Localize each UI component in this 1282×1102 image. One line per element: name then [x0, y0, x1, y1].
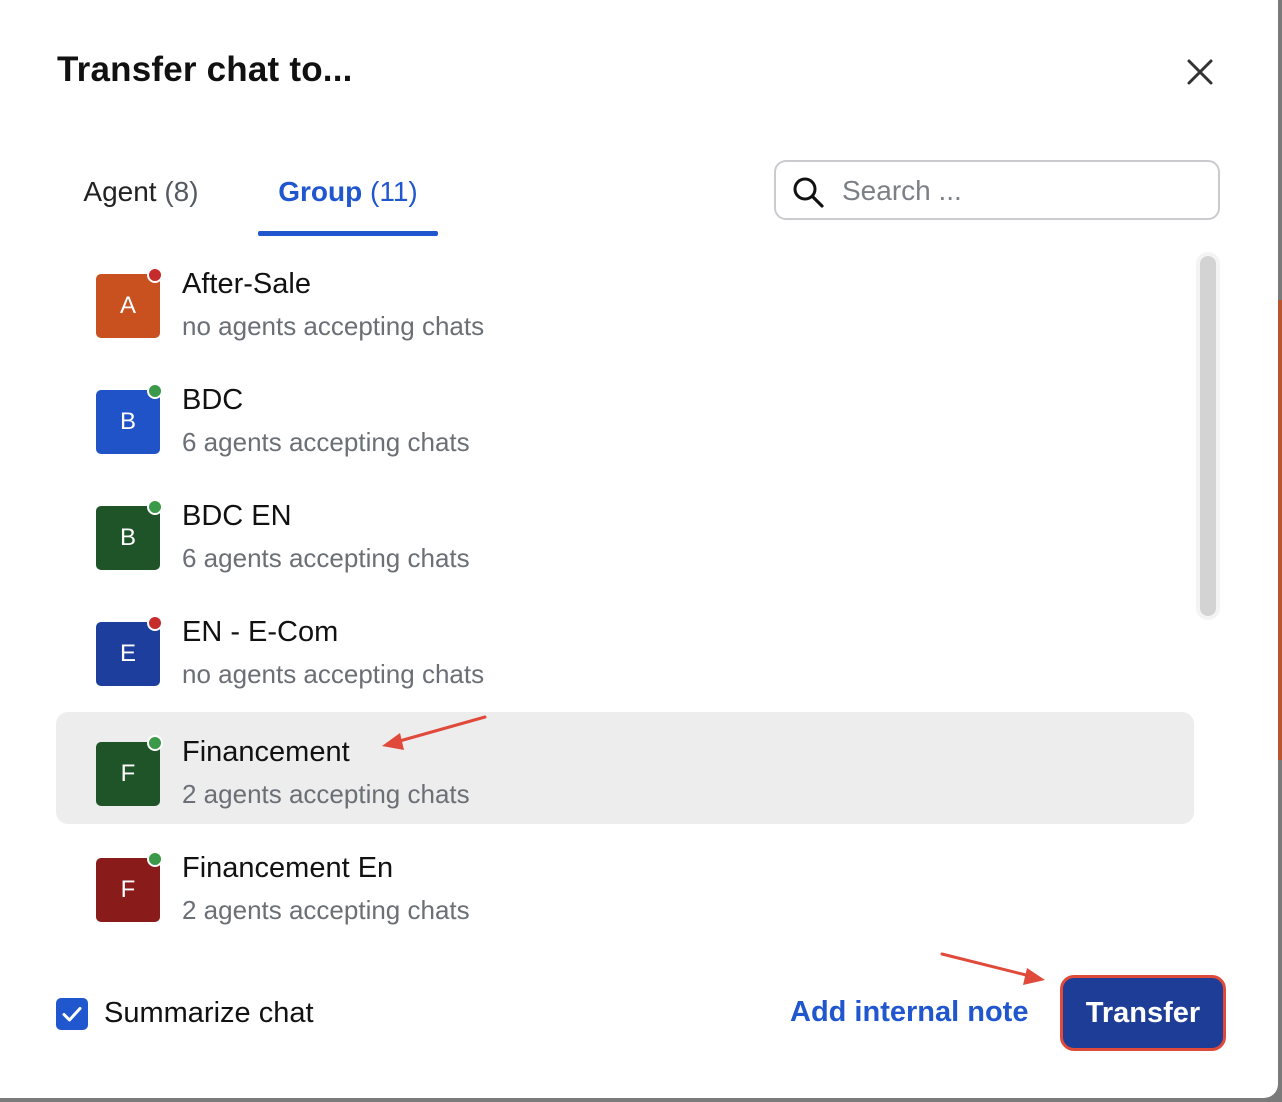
- group-status-text: no agents accepting chats: [182, 311, 485, 341]
- avatar: E: [96, 622, 160, 686]
- status-online-dot: [147, 383, 163, 399]
- tab-agent-count: (8): [164, 176, 199, 207]
- list-item-en-e-com[interactable]: E EN - E-Com no agents accepting chats: [56, 592, 1194, 704]
- list-item-financement[interactable]: F Financement 2 agents accepting chats: [56, 712, 1194, 824]
- group-list: A After-Sale no agents accepting chats B…: [56, 244, 1196, 944]
- search-icon: [793, 177, 824, 208]
- dialog-title: Transfer chat to...: [57, 50, 353, 89]
- group-name: BDC EN: [182, 500, 292, 532]
- transfer-button[interactable]: Transfer: [1060, 975, 1226, 1051]
- avatar: B: [96, 390, 160, 454]
- tab-group[interactable]: Group (11): [258, 160, 438, 236]
- avatar: F: [96, 858, 160, 922]
- background-edge: [1278, 300, 1282, 760]
- group-name: BDC: [182, 384, 244, 416]
- tab-group-label: Group: [278, 176, 363, 207]
- checkmark-icon: [62, 1007, 82, 1022]
- transfer-chat-dialog: Transfer chat to... Agent (8) Group (11)…: [0, 0, 1278, 1098]
- close-icon[interactable]: [1180, 52, 1220, 92]
- summarize-checkbox[interactable]: [56, 998, 88, 1030]
- avatar: A: [96, 274, 160, 338]
- list-item-bdc-en[interactable]: B BDC EN 6 agents accepting chats: [56, 476, 1194, 588]
- status-offline-dot: [147, 615, 163, 631]
- tab-group-count: (11): [370, 176, 418, 207]
- list-item-bdc[interactable]: B BDC 6 agents accepting chats: [56, 360, 1194, 472]
- status-offline-dot: [147, 267, 163, 283]
- status-online-dot: [147, 499, 163, 515]
- status-online-dot: [147, 851, 163, 867]
- group-name: Financement En: [182, 852, 394, 884]
- group-status-text: 6 agents accepting chats: [182, 427, 470, 457]
- list-item-after-sale[interactable]: A After-Sale no agents accepting chats: [56, 244, 1194, 356]
- list-item-financement-en[interactable]: F Financement En 2 agents accepting chat…: [56, 828, 1194, 940]
- group-status-text: 2 agents accepting chats: [182, 779, 470, 809]
- avatar: B: [96, 506, 160, 570]
- group-name: After-Sale: [182, 268, 311, 300]
- group-name: Financement: [182, 736, 350, 768]
- list-scrollbar[interactable]: [1196, 252, 1220, 620]
- summarize-label[interactable]: Summarize chat: [104, 997, 314, 1030]
- status-online-dot: [147, 735, 163, 751]
- add-internal-note-link[interactable]: Add internal note: [790, 996, 1028, 1029]
- search-input[interactable]: [840, 170, 1204, 212]
- avatar: F: [96, 742, 160, 806]
- group-status-text: 2 agents accepting chats: [182, 895, 470, 925]
- tab-agent[interactable]: Agent (8): [80, 160, 202, 236]
- group-status-text: 6 agents accepting chats: [182, 543, 470, 573]
- group-name: EN - E-Com: [182, 616, 339, 648]
- group-status-text: no agents accepting chats: [182, 659, 485, 689]
- tab-agent-label: Agent: [83, 176, 157, 207]
- search-box[interactable]: [774, 160, 1220, 220]
- scrollbar-thumb[interactable]: [1200, 256, 1216, 616]
